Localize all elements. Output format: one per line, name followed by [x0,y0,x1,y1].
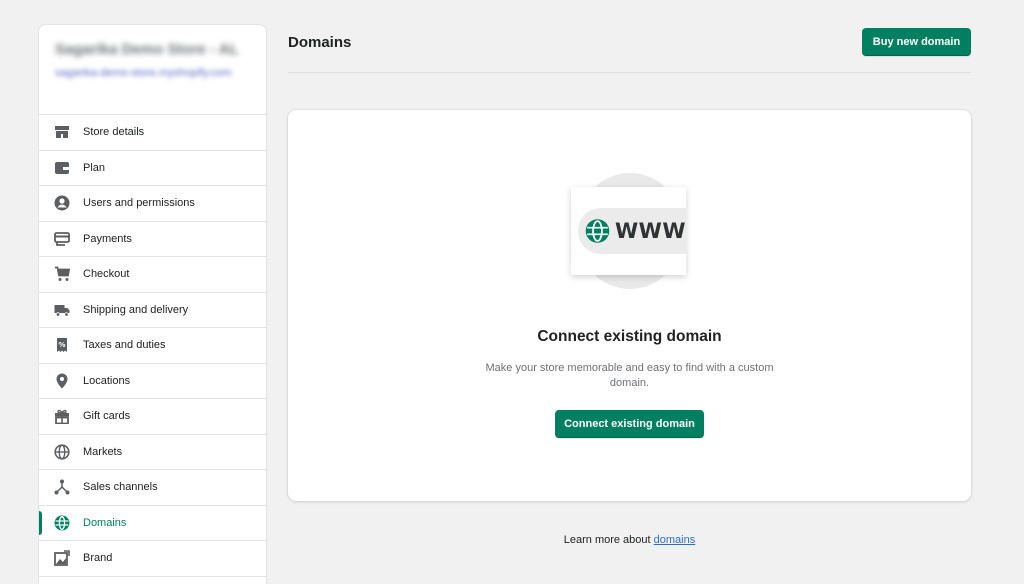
sidebar-item-payments[interactable]: Payments [39,222,266,257]
sidebar-item-plan[interactable]: Plan [39,151,266,186]
www-illustration: WWW [566,173,686,291]
sidebar-item-label: Taxes and duties [83,339,166,352]
buy-new-domain-button[interactable]: Buy new domain [862,28,971,56]
globe-icon [585,219,610,243]
www-label: WWW [615,219,686,243]
header-divider [288,72,971,73]
page-title: Domains [288,34,352,51]
illustration-address-pill: WWW [578,208,686,254]
sidebar-item-label: Brand [83,552,113,565]
sidebar-item-brand[interactable]: Brand [39,541,266,577]
connect-existing-domain-button[interactable]: Connect existing domain [555,410,704,438]
sidebar-item-users-and-permissions[interactable]: Users and permissions [39,186,266,222]
sidebar-item-taxes-and-duties[interactable]: % Taxes and duties [39,328,266,364]
sidebar-item-label: Users and permissions [83,197,195,210]
globe-outline-icon [54,444,70,460]
sidebar-item-label: Sales channels [83,481,158,494]
user-icon [54,195,70,211]
sidebar-item-store-details[interactable]: Store details [39,115,266,151]
store-header[interactable]: Sagarika Demo Store - AL sagarika-demo-s… [39,25,266,115]
sidebar-item-label: Checkout [83,268,130,281]
store-url: sagarika-demo-store.myshopify.com [55,67,232,79]
sidebar-item-gift-cards[interactable]: Gift cards [39,399,266,435]
store-icon [54,124,70,140]
sidebar-item-label: Store details [83,126,145,139]
svg-text:%: % [58,341,65,349]
settings-sidebar: Sagarika Demo Store - AL sagarika-demo-s… [38,24,267,584]
sidebar-item-markets[interactable]: Markets [39,435,266,470]
domains-help-link[interactable]: domains [654,534,696,546]
sidebar-item-locations[interactable]: Locations [39,364,266,399]
sidebar-item-label: Plan [83,161,106,174]
globe-icon [54,515,70,531]
sidebar-item-label: Markets [83,445,123,458]
gift-icon [54,408,70,425]
learn-more-prefix: Learn more about [563,534,651,546]
truck-icon [54,302,70,318]
sidebar-item-label: Locations [83,374,131,387]
sidebar-item-label: Gift cards [83,410,131,423]
sidebar-item-sales-channels[interactable]: Sales channels [39,470,266,506]
empty-state-description: Make your store memorable and easy to fi… [485,362,774,389]
sidebar-item-label: Payments [83,232,132,245]
learn-more-text: Learn more about domains [288,534,971,546]
empty-state-title: Connect existing domain [537,328,722,345]
store-name: Sagarika Demo Store - AL [55,41,239,58]
sidebar-item-shipping-and-delivery[interactable]: Shipping and delivery [39,293,266,328]
sidebar-item-checkout[interactable]: Checkout [39,257,266,293]
domains-empty-state-card: WWW Connect existing domain Make your st… [288,110,971,501]
brand-image-icon [54,550,70,567]
wallet-icon [54,160,70,176]
channels-icon [54,479,70,495]
tax-receipt-icon: % [54,337,70,353]
credit-card-icon [54,231,70,247]
sidebar-item-domains[interactable]: Domains [39,506,266,541]
location-pin-icon [54,373,70,389]
sidebar-item-label: Shipping and delivery [83,303,189,316]
cart-icon [54,266,70,282]
sidebar-item-label: Domains [83,516,127,529]
